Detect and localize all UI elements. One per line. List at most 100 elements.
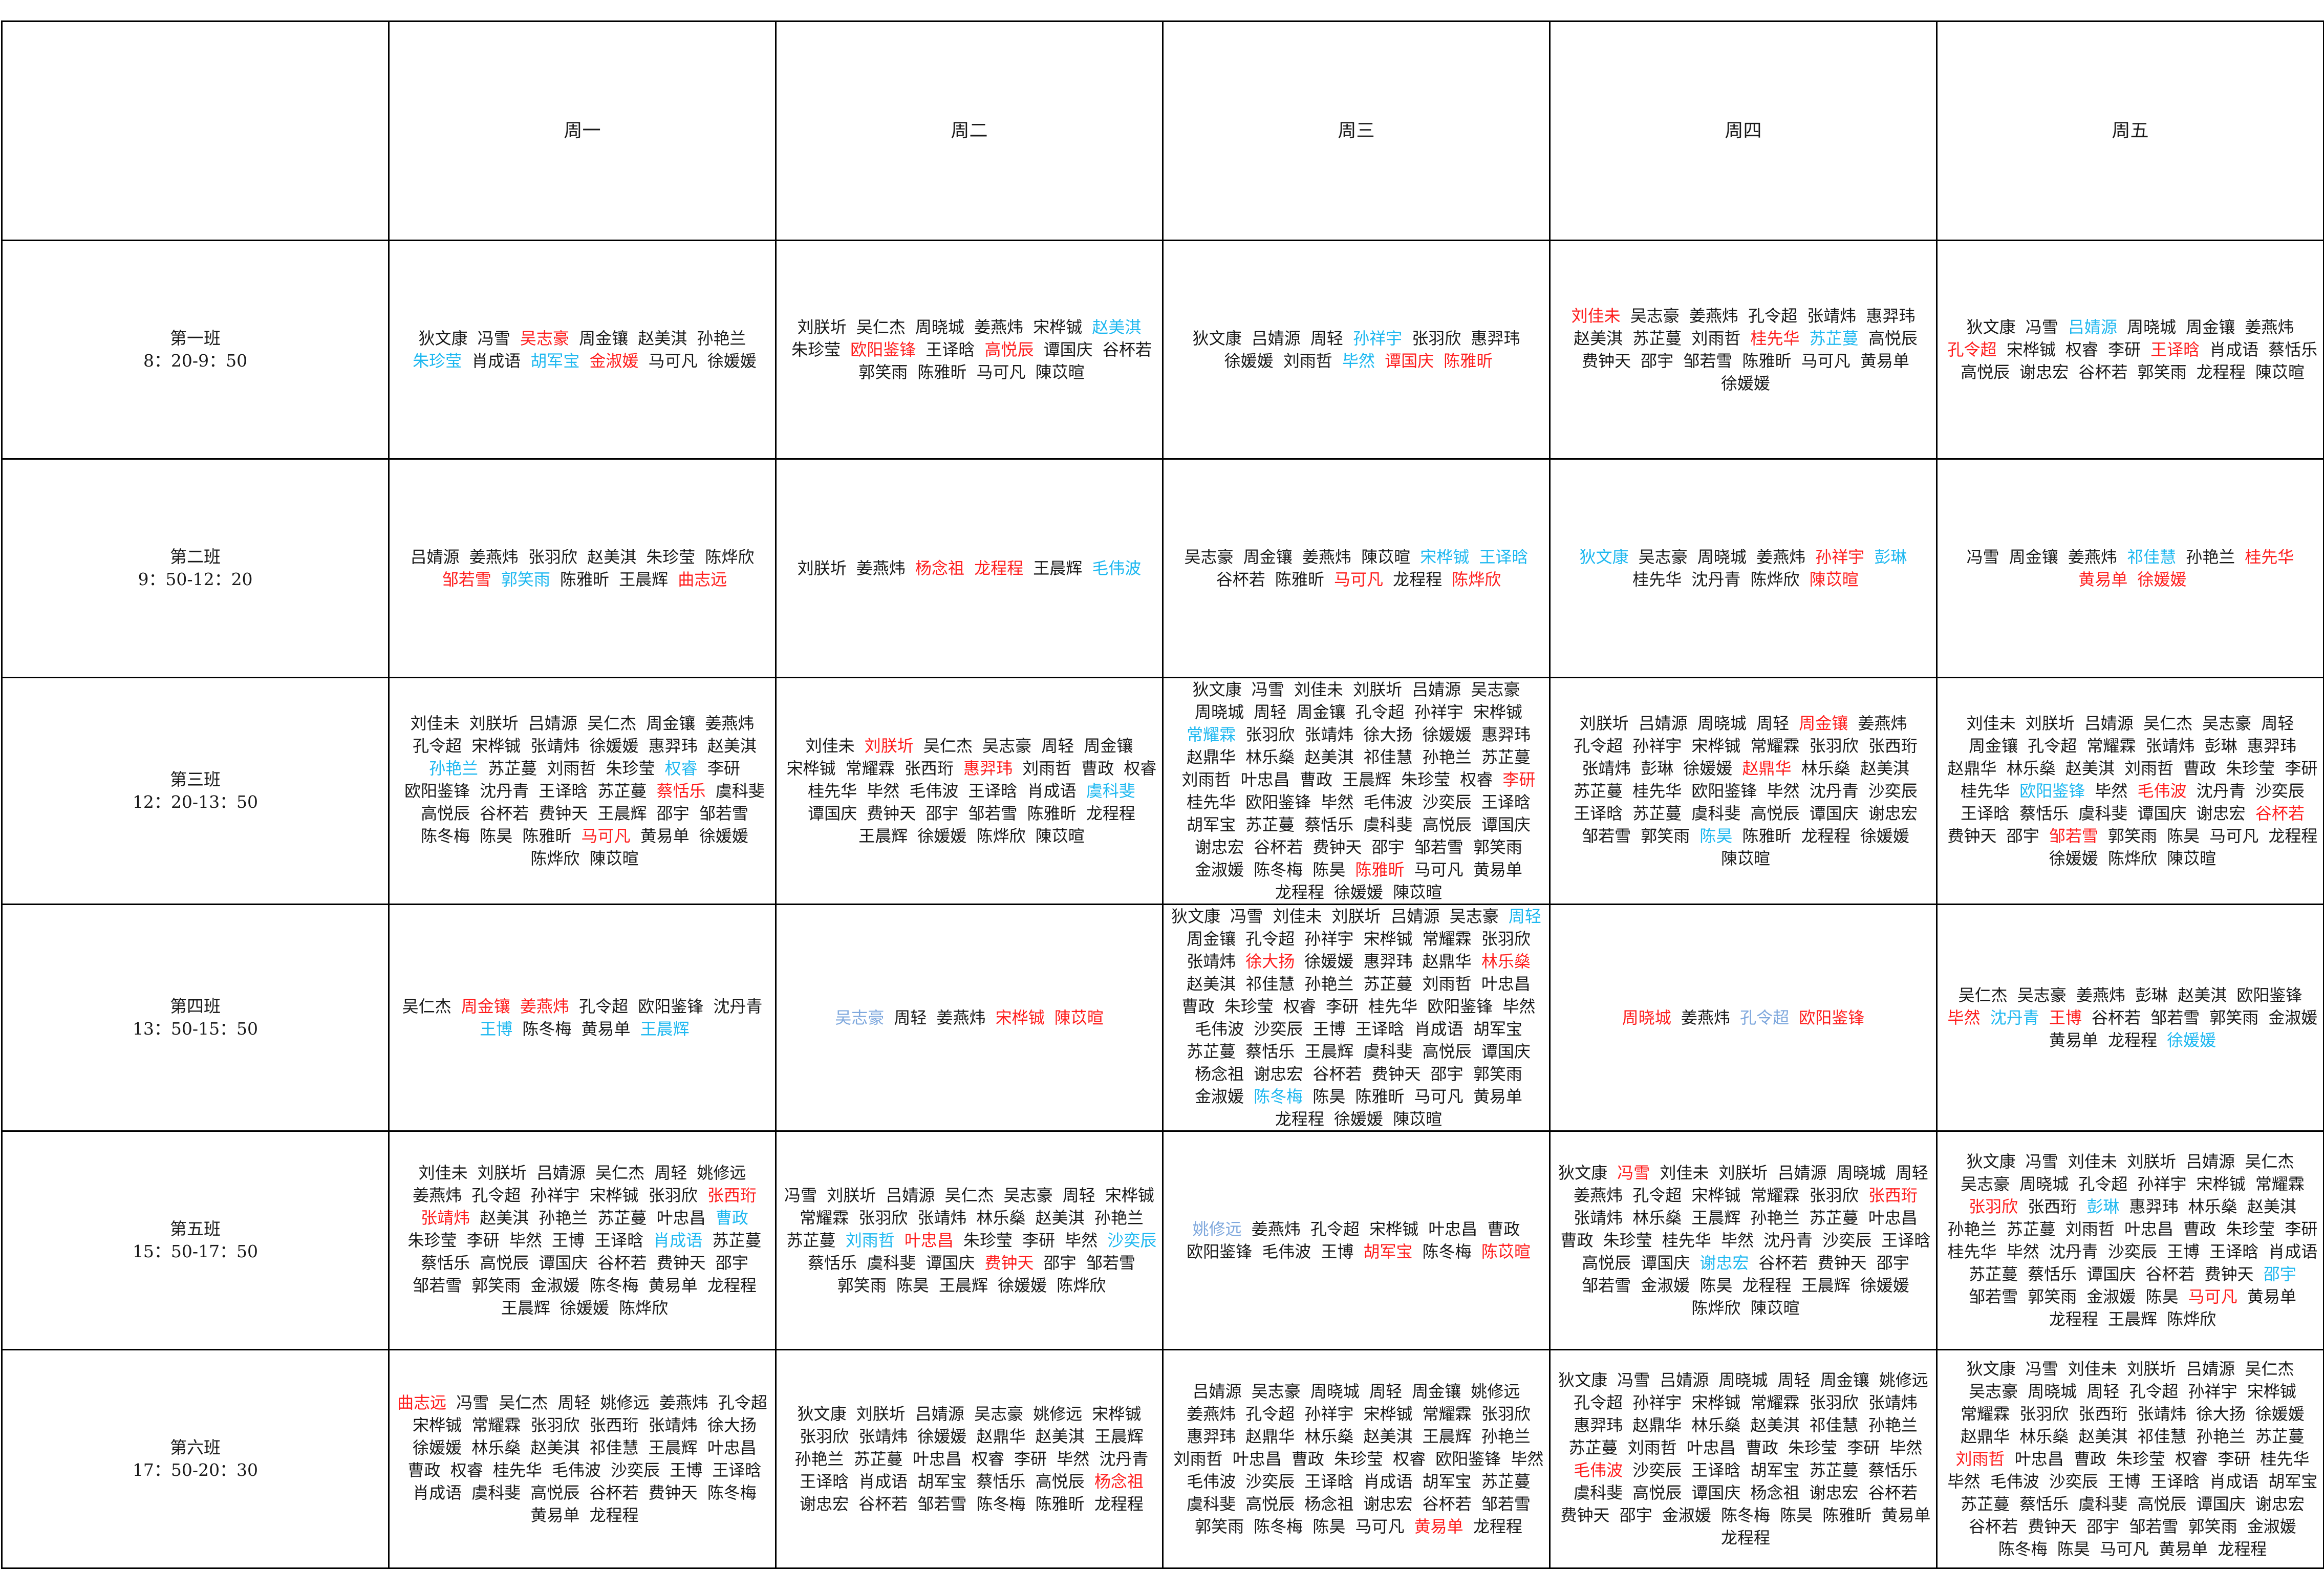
staff-name: 冯雪 [1230,907,1263,926]
staff-name: 朱珍莹 [1401,770,1451,789]
schedule-cell-thu[interactable]: 刘佳未 吴志豪 姜燕炜 孔令超 张靖炜 惠羿玮 赵美淇 苏芷蔓 刘雨哲 桂先华 … [1549,240,1938,460]
schedule-cell-tue[interactable]: 吴志豪 周轻 姜燕炜 宋桦铖 陳苡暄 [775,904,1164,1132]
schedule-cell-tue[interactable]: 狄文康 刘朕圻 吕婧源 吴志豪 姚修远 宋桦铖 张羽欣 张靖炜 徐媛媛 赵鼎华 … [775,1349,1164,1569]
staff-name: 龙程程 [2107,1030,2157,1050]
schedule-cell-mon[interactable]: 吴仁杰 周金镶 姜燕炜 孔令超 欧阳鉴锋 沈丹青 王博 陈冬梅 黄易单 王晨辉 [388,904,777,1132]
header-day-wed[interactable]: 周三 [1162,20,1551,241]
staff-name: 徐大扬 [2196,1404,2246,1424]
staff-name: 孙艳兰 [697,329,746,348]
staff-name: 欧阳鉴锋 [1435,1449,1501,1469]
staff-name: 吕婧源 [1777,1163,1827,1183]
shift-label-cell[interactable]: 第二班 9：50-12：20 [1,458,390,678]
staff-name: 邹若雪 [1582,1276,1631,1295]
staff-name: 李研 [1014,1449,1047,1469]
staff-name: 谢忠宏 [2255,1494,2305,1514]
schedule-cell-wed[interactable]: 吕婧源 吴志豪 周晓城 周轻 周金镶 姚修远 姜燕炜 孔令超 孙祥宇 宋桦铖 常… [1162,1349,1551,1569]
header-day-thu[interactable]: 周四 [1549,20,1938,241]
staff-name: 宋桦铖 [1105,1186,1154,1205]
shift-label-cell[interactable]: 第六班 17：50-20：30 [1,1349,390,1569]
header-day-tue[interactable]: 周二 [775,20,1164,241]
schedule-cell-fri[interactable]: 刘佳未 刘朕圻 吕婧源 吴仁杰 吴志豪 周轻 周金镶 孔令超 常耀霖 张靖炜 彭… [1936,677,2324,905]
schedule-cell-thu[interactable]: 狄文康 吴志豪 周晓城 姜燕炜 孙祥宇 彭琳 桂先华 沈丹青 陈烨欣 陳苡暄 [1549,458,1938,678]
staff-name: 赵美淇 [480,1208,529,1228]
staff-name: 徐媛媛 [589,736,639,756]
staff-name: 王博 [2107,1472,2141,1491]
staff-name: 祁佳慧 [2137,1427,2187,1446]
staff-name: 沈丹青 [2196,781,2246,801]
staff-name: 王译晗 [1881,1231,1931,1250]
staff-name: 常耀霖 [1750,1186,1800,1205]
staff-name: 桂先华 [2245,547,2294,567]
schedule-cell-fri[interactable]: 狄文康 冯雪 刘佳未 刘朕圻 吕婧源 吴仁杰 吴志豪 周晓城 孔令超 孙祥宇 宋… [1936,1130,2324,1350]
header-day-fri[interactable]: 周五 [1936,20,2324,241]
schedule-cell-thu[interactable]: 狄文康 冯雪 刘佳未 刘朕圻 吕婧源 周晓城 周轻 姜燕炜 孔令超 宋桦铖 常耀… [1549,1130,1938,1350]
staff-name: 张羽欣 [1245,725,1295,744]
shift-label-cell[interactable]: 第三班 12：20-13：50 [1,677,390,905]
staff-name: 周金镶 [1243,547,1293,567]
schedule-cell-mon[interactable]: 曲志远 冯雪 吴仁杰 周轻 姚修远 姜燕炜 孔令超 宋桦铖 常耀霖 张羽欣 张西… [388,1349,777,1569]
staff-name: 虞科斐 [1574,1483,1623,1502]
staff-name: 叶忠昌 [1240,770,1290,789]
staff-name: 王晨辉 [1801,1276,1850,1295]
schedule-cell-tue[interactable]: 刘朕圻 吴仁杰 周晓城 姜燕炜 宋桦铖 赵美淇 朱珍莹 欧阳鉴锋 王译晗 高悦辰… [775,240,1164,460]
staff-name: 高悦辰 [1245,1494,1295,1514]
schedule-cell-wed[interactable]: 姚修远 姜燕炜 孔令超 宋桦铖 叶忠昌 曹政 欧阳鉴锋 毛伟波 王博 胡军宝 陈… [1162,1130,1551,1350]
schedule-cell-mon[interactable]: 狄文康 冯雪 吴志豪 周金镶 赵美淇 孙艳兰 朱珍莹 肖成语 胡军宝 金淑媛 马… [388,240,777,460]
staff-name: 虞科斐 [867,1253,916,1273]
staff-name: 周金镶 [579,329,629,348]
staff-name: 陈烨欣 [1691,1298,1741,1318]
staff-name: 高悦辰 [1422,815,1472,834]
staff-name: 虞科斐 [1691,804,1741,823]
staff-name: 马可凡 [1355,1517,1405,1536]
staff-name: 高悦辰 [1961,362,2010,382]
staff-name: 蔡恬乐 [2019,804,2069,823]
schedule-cell-tue[interactable]: 冯雪 刘朕圻 吕婧源 吴仁杰 吴志豪 周轻 宋桦铖 常耀霖 张羽欣 张靖炜 林乐… [775,1130,1164,1350]
schedule-cell-fri[interactable]: 狄文康 冯雪 吕婧源 周晓城 周金镶 姜燕炜 孔令超 宋桦铖 权睿 李研 王译晗… [1936,240,2324,460]
staff-name: 虞科斐 [1187,1494,1236,1514]
staff-name-list: 刘佳未 刘朕圻 吴仁杰 吴志豪 周轻 周金镶 宋桦铖 常耀霖 张西珩 惠羿玮 刘… [782,735,1157,847]
schedule-cell-tue[interactable]: 刘佳未 刘朕圻 吴仁杰 吴志豪 周轻 周金镶 宋桦铖 常耀霖 张西珩 惠羿玮 刘… [775,677,1164,905]
shift-label-cell[interactable]: 第四班 13：50-15：50 [1,904,390,1132]
shift-label-cell[interactable]: 第一班 8：20-9：50 [1,240,390,460]
staff-name: 吴仁杰 [587,714,637,733]
schedule-cell-fri[interactable]: 吴仁杰 吴志豪 姜燕炜 彭琳 赵美淇 欧阳鉴锋 毕然 沈丹青 王博 谷杯若 邹若… [1936,904,2324,1132]
staff-name: 周晓城 [1697,547,1747,567]
schedule-cell-wed[interactable]: 狄文康 冯雪 刘佳未 刘朕圻 吕婧源 吴志豪 周晓城 周轻 周金镶 孔令超 孙祥… [1162,677,1551,905]
staff-name: 毕然 [1767,781,1800,801]
staff-name: 胡军宝 [917,1472,967,1491]
staff-name: 陈烨欣 [1452,570,1501,589]
shift-label-cell[interactable]: 第五班 15：50-17：50 [1,1130,390,1350]
staff-name: 郭笑雨 [837,1276,887,1295]
schedule-cell-thu[interactable]: 狄文康 冯雪 吕婧源 周晓城 周轻 周金镶 姚修远 孔令超 孙祥宇 宋桦铖 常耀… [1549,1349,1938,1569]
staff-name: 龙程程 [1275,1109,1324,1129]
schedule-cell-thu[interactable]: 周晓城 姜燕炜 孔令超 欧阳鉴锋 [1549,904,1938,1132]
staff-name: 曹政 [1081,759,1114,778]
staff-name: 林乐燊 [1632,1208,1682,1228]
staff-name: 宋桦铖 [2196,1174,2246,1194]
schedule-cell-fri[interactable]: 冯雪 周金镶 姜燕炜 祁佳慧 孙艳兰 桂先华 黄易单 徐媛媛 [1936,458,2324,678]
schedule-cell-wed[interactable]: 吴志豪 周金镶 姜燕炜 陳苡暄 宋桦铖 王译晗 谷杯若 陈雅昕 马可凡 龙程程 … [1162,458,1551,678]
schedule-cell-wed[interactable]: 狄文康 吕婧源 周轻 孙祥宇 张羽欣 惠羿玮 徐媛媛 刘雨哲 毕然 谭国庆 陈雅… [1162,240,1551,460]
staff-name: 杨念祖 [1195,1064,1244,1084]
staff-name: 陈冬梅 [1254,1087,1303,1106]
schedule-cell-mon[interactable]: 吕婧源 姜燕炜 张羽欣 赵美淇 朱珍莹 陈烨欣 邹若雪 郭笑雨 陈雅昕 王晨辉 … [388,458,777,678]
staff-name: 王晨辉 [1033,558,1083,578]
schedule-cell-wed[interactable]: 狄文康 冯雪 刘佳未 刘朕圻 吕婧源 吴志豪 周轻 周金镶 孔令超 孙祥宇 宋桦… [1162,904,1551,1132]
schedule-cell-thu[interactable]: 刘朕圻 吕婧源 周晓城 周轻 周金镶 姜燕炜 孔令超 孙祥宇 宋桦铖 常耀霖 张… [1549,677,1938,905]
header-day-mon[interactable]: 周一 [388,20,777,241]
staff-name: 高悦辰 [480,1253,529,1273]
staff-name: 周晓城 [1195,702,1244,722]
staff-name: 谭国庆 [1043,340,1093,359]
staff-name: 刘雨哲 [1181,770,1231,789]
staff-name: 孙祥宇 [1304,1404,1354,1424]
staff-name: 金淑媛 [2268,1008,2318,1027]
schedule-cell-mon[interactable]: 刘佳未 刘朕圻 吕婧源 吴仁杰 周金镶 姜燕炜 孔令超 宋桦铖 张靖炜 徐媛媛 … [388,677,777,905]
schedule-cell-mon[interactable]: 刘佳未 刘朕圻 吕婧源 吴仁杰 周轻 姚修远 姜燕炜 孔令超 孙祥宇 宋桦铖 张… [388,1130,777,1350]
staff-name: 沙奕辰 [1245,1472,1295,1491]
schedule-cell-tue[interactable]: 刘朕圻 姜燕炜 杨念祖 龙程程 王晨辉 毛伟波 [775,458,1164,678]
staff-name: 权睿 [2175,1449,2208,1469]
staff-name: 苏芷蔓 [1809,1208,1859,1228]
header-corner-cell[interactable] [1,20,390,241]
schedule-cell-fri[interactable]: 狄文康 冯雪 刘佳未 刘朕圻 吕婧源 吴仁杰 吴志豪 周晓城 周轻 孔令超 孙祥… [1936,1349,2324,1569]
staff-name: 王晨辉 [1094,1427,1144,1446]
